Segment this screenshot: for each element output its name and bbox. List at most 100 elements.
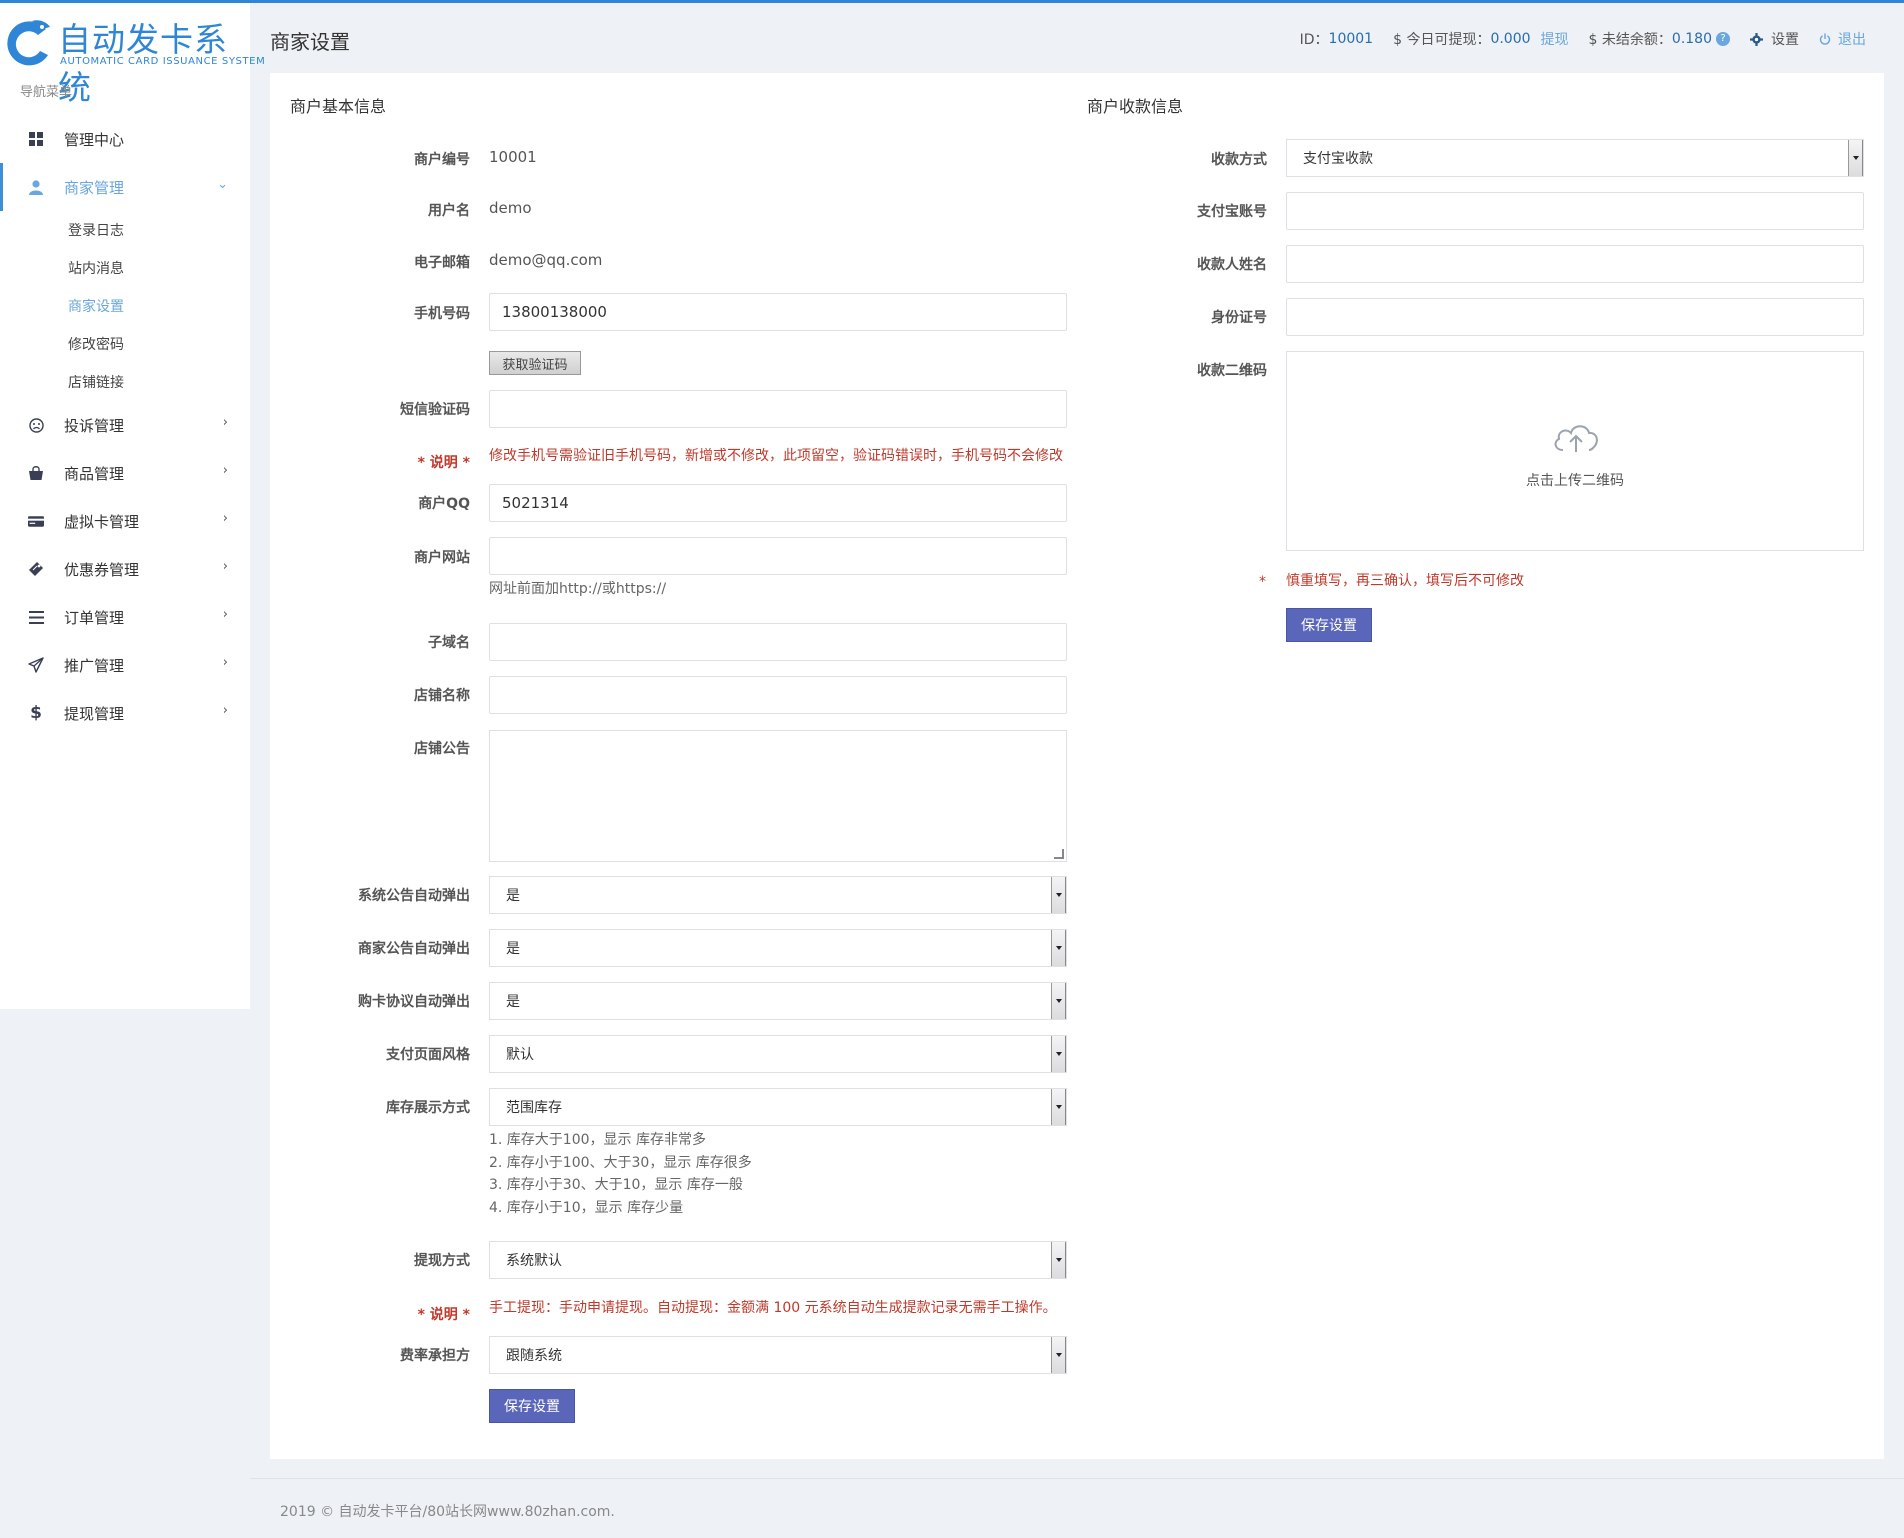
sidebar-nav: 管理中心 商家管理 ⌄ 登录日志 站内消息 商家设置 修改密码 店铺链接 投诉管… [0, 115, 250, 737]
fee-bearer-select[interactable]: 跟随系统 [489, 1336, 1067, 1374]
payee-field[interactable] [1286, 245, 1864, 283]
help-question-icon[interactable]: ? [1716, 32, 1730, 46]
submenu-item-messages[interactable]: 站内消息 [0, 249, 250, 287]
submenu-item-shop-link[interactable]: 店铺链接 [0, 363, 250, 401]
sidebar-item-complaints[interactable]: 投诉管理 › [0, 401, 250, 449]
qrcode-upload-area[interactable]: 点击上传二维码 [1286, 351, 1864, 551]
merchant-popup-select[interactable]: 是 [489, 929, 1067, 967]
pay-style-label: 支付页面风格 [386, 1047, 470, 1063]
sidebar-item-label: 订单管理 [64, 608, 125, 627]
dropdown-arrow-icon [1051, 1242, 1066, 1278]
email-label: 电子邮箱 [414, 255, 470, 271]
sidebar-item-label: 提现管理 [64, 704, 125, 723]
submenu-item-merchant-settings[interactable]: 商家设置 [0, 287, 250, 325]
dropdown-arrow-icon [1051, 1089, 1066, 1125]
website-field[interactable] [489, 537, 1067, 575]
list-icon [28, 609, 44, 625]
phone-field[interactable]: 13800138000 [489, 293, 1067, 331]
section-title-payment: 商户收款信息 [1087, 97, 1184, 116]
shop-name-label: 店铺名称 [414, 688, 470, 704]
sidebar-item-virtual-cards[interactable]: 虚拟卡管理 › [0, 497, 250, 545]
sidebar-item-products[interactable]: 商品管理 › [0, 449, 250, 497]
withdraw-method-label: 提现方式 [414, 1253, 470, 1269]
submenu-item-change-password[interactable]: 修改密码 [0, 325, 250, 363]
payee-label: 收款人姓名 [1197, 257, 1267, 273]
sms-code-field[interactable] [489, 390, 1067, 428]
sidebar-item-label: 推广管理 [64, 656, 125, 675]
unsettled-value: 0.180 [1671, 31, 1712, 47]
select-value: 支付宝收款 [1303, 151, 1373, 167]
merchant-submenu: 登录日志 站内消息 商家设置 修改密码 店铺链接 [0, 211, 250, 401]
logout-link[interactable]: 退出 [1819, 29, 1866, 49]
chevron-down-icon: ⌄ [217, 177, 228, 192]
ticket-icon [28, 561, 44, 577]
sms-code-label: 短信验证码 [400, 402, 470, 418]
merchant-id-value: 10001 [1328, 31, 1374, 47]
footer: 2019 © 自动发卡平台/80站长网www.80zhan.com. [250, 1478, 1904, 1538]
qrcode-label: 收款二维码 [1197, 363, 1267, 379]
username-value: demo [489, 199, 532, 217]
sidebar-item-promotion[interactable]: 推广管理 › [0, 641, 250, 689]
chevron-right-icon: › [222, 463, 228, 478]
settings-link[interactable]: 设置 [1750, 29, 1799, 49]
withdrawable-label: $ 今日可提现： [1393, 32, 1491, 48]
sidebar-item-coupons[interactable]: 优惠券管理 › [0, 545, 250, 593]
id-card-field[interactable] [1286, 298, 1864, 336]
required-mark: * [1259, 574, 1266, 590]
stock-rule: 4. 库存小于10，显示 库存少量 [489, 1200, 684, 1216]
website-label: 商户网站 [414, 550, 470, 566]
dropdown-arrow-icon [1051, 877, 1066, 913]
shopping-bag-icon [28, 465, 44, 481]
merchant-popup-label: 商家公告自动弹出 [358, 941, 470, 957]
sidebar-item-label: 管理中心 [64, 130, 125, 149]
qq-label: 商户QQ [418, 496, 470, 512]
paper-plane-icon [28, 657, 44, 673]
dropdown-arrow-icon [1051, 930, 1066, 966]
agreement-popup-select[interactable]: 是 [489, 982, 1067, 1020]
withdraw-link[interactable]: 提现 [1541, 29, 1569, 49]
brand-logo[interactable]: 自动发卡系统 AUTOMATIC CARD ISSUANCE SYSTEM [0, 11, 265, 107]
sidebar-item-orders[interactable]: 订单管理 › [0, 593, 250, 641]
sidebar-item-dashboard[interactable]: 管理中心 [0, 115, 250, 163]
payment-method-label: 收款方式 [1211, 152, 1267, 168]
resize-handle-icon[interactable] [1054, 849, 1064, 859]
alipay-label: 支付宝账号 [1197, 204, 1267, 220]
stock-rule: 3. 库存小于30、大于10，显示 库存一般 [489, 1177, 743, 1193]
credit-card-icon [28, 513, 44, 529]
shop-notice-textarea[interactable] [489, 730, 1067, 862]
alipay-field[interactable] [1286, 192, 1864, 230]
sidebar-item-merchant[interactable]: 商家管理 ⌄ [0, 163, 250, 211]
save-basic-button[interactable]: 保存设置 [489, 1389, 575, 1423]
settings-label: 设置 [1771, 32, 1799, 48]
email-value: demo@qq.com [489, 251, 603, 269]
withdraw-method-select[interactable]: 系统默认 [489, 1241, 1067, 1279]
sys-popup-select[interactable]: 是 [489, 876, 1067, 914]
pay-style-select[interactable]: 默认 [489, 1035, 1067, 1073]
logout-label: 退出 [1838, 32, 1866, 48]
select-value: 是 [506, 888, 520, 904]
subdomain-field[interactable] [489, 623, 1067, 661]
select-value: 是 [506, 994, 520, 1010]
sidebar-item-label: 商家管理 [64, 178, 125, 197]
settings-card: 商户基本信息 商户收款信息 商户编号 10001 用户名 demo 电子邮箱 d… [270, 73, 1884, 1459]
careful-note: 慎重填写，再三确认，填写后不可修改 [1286, 573, 1524, 589]
qq-field[interactable]: 5021314 [489, 484, 1067, 522]
sidebar-item-label: 优惠券管理 [64, 560, 140, 579]
sidebar-item-label: 虚拟卡管理 [64, 512, 140, 531]
frown-icon [28, 417, 44, 433]
sidebar-item-withdrawals[interactable]: $ 提现管理 › [0, 689, 250, 737]
upload-text: 点击上传二维码 [1526, 473, 1624, 489]
get-code-button[interactable]: 获取验证码 [489, 351, 581, 375]
payment-method-select[interactable]: 支付宝收款 [1286, 139, 1864, 177]
stock-display-label: 库存展示方式 [386, 1100, 470, 1116]
chevron-right-icon: › [222, 415, 228, 430]
save-payment-button[interactable]: 保存设置 [1286, 608, 1372, 642]
submenu-item-login-log[interactable]: 登录日志 [0, 211, 250, 249]
chevron-right-icon: › [222, 607, 228, 622]
dropdown-arrow-icon [1051, 1337, 1066, 1373]
stock-display-select[interactable]: 范围库存 [489, 1088, 1067, 1126]
gear-icon [1750, 32, 1763, 46]
shop-name-field[interactable] [489, 676, 1067, 714]
page-title: 商家设置 [270, 30, 350, 54]
brand-tagline: AUTOMATIC CARD ISSUANCE SYSTEM [60, 56, 266, 67]
